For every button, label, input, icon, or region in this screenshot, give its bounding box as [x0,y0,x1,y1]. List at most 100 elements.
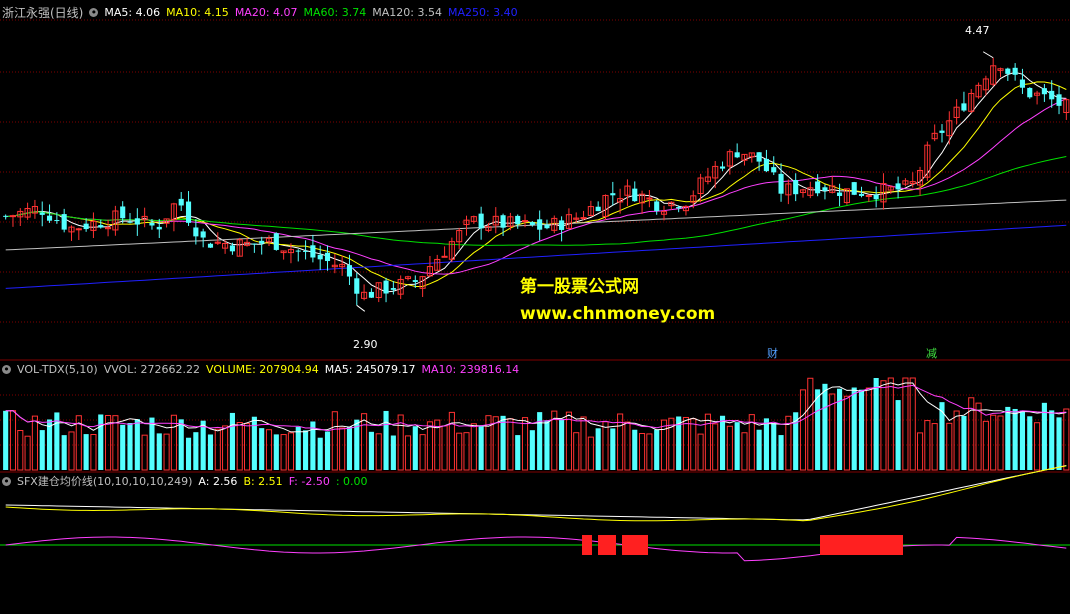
volume-bar [222,425,229,471]
ma20-line [5,97,1067,275]
candle-body [295,250,301,252]
candle-body [559,220,565,230]
volume-bar [120,424,126,470]
vol-indicator-name[interactable]: VOL-TDX(5,10) [17,363,98,376]
volume-bar [595,428,601,470]
candle-body [756,152,762,162]
volume-bar [303,430,309,470]
volume-bar [624,421,631,471]
a-legend: A: 2.56 [198,474,238,488]
candle-body [83,223,89,230]
volume-bar [287,432,295,471]
volume-bars[interactable] [3,377,1070,471]
ma60-legend: MA60: 3.74 [303,5,367,19]
ma5-line [5,71,1067,293]
volume-bar [68,431,75,471]
price-panel-header: 浙江永强(日线) • MA5: 4.06 MA10: 4.15 MA20: 4.… [2,4,518,20]
candle-body [368,291,374,298]
volume-bar [390,435,396,470]
candle-body [500,215,506,228]
volume-bar [521,417,529,471]
volume-bar [939,402,945,470]
candle-body [156,226,162,230]
settings-icon[interactable]: • [2,476,11,487]
candle-body [771,167,777,173]
volume-bar [17,429,24,471]
candle-body [793,179,799,195]
volume-bar [426,421,433,471]
indicator-name[interactable]: SFX建仓均价线(10,10,10,10,249) [17,473,192,489]
volume-bar [763,418,769,470]
grid-lines [0,19,1070,473]
vol-ma10-line [5,384,1067,432]
volume-bar [639,432,646,471]
candle-body [75,228,82,231]
volume-bar [515,435,521,470]
volume-bar [39,430,45,470]
finance-tag[interactable]: 财 [767,345,778,361]
volume-bar [741,432,748,471]
f-legend: F: -2.50 [288,474,330,488]
volume-bar [507,418,514,471]
low-price-label: 2.90 [353,338,378,351]
volume-bar [90,434,97,471]
volume-bar [236,422,243,471]
volume-bar [1012,408,1018,470]
volume-bar [573,432,580,471]
volume-bar [946,422,953,471]
candle-body [851,182,857,195]
candle-body [120,206,126,219]
volume-bar [1019,410,1026,470]
candle-body [317,254,323,260]
volume-bar [207,434,214,470]
volume-bar [273,434,279,470]
candle-body [1056,94,1062,106]
settings-icon[interactable]: • [2,364,11,375]
volume-bar [456,432,463,471]
volume-bar [909,377,916,471]
stock-name[interactable]: 浙江永强(日线) [2,4,83,21]
candle-body [939,130,945,133]
volume-bar [368,431,374,470]
vol-ma5-line [5,382,1067,433]
volume-bar [712,423,719,471]
volume-bar [214,428,221,471]
volume-bar [587,436,594,471]
indicator-f-line [5,536,1067,562]
volume-bar [229,412,235,470]
vvol-legend: VVOL: 272662.22 [103,362,201,376]
volume-bar [660,419,668,471]
candle-body [1027,87,1033,98]
candle-body [646,197,653,200]
ma60-line [5,156,1067,246]
volume-legend: VOLUME: 207904.94 [206,362,319,376]
volume-bar [654,429,660,470]
volume-bar [31,415,38,471]
candle-body [837,192,843,196]
volume-bar [419,434,426,471]
candle-body [54,220,60,222]
candle-body [1019,79,1026,88]
candle-body [580,217,587,220]
volume-bar [500,415,506,470]
candle-body [39,212,45,215]
volume-bar [778,435,784,470]
volume-bar [771,423,777,470]
volume-bar [602,421,609,471]
reduce-holding-tag[interactable]: 减 [926,345,937,361]
candle-body [478,213,484,229]
volume-bar [134,419,140,470]
volume-bar [156,433,162,470]
volume-bar [280,434,287,471]
candle-body [383,280,389,294]
settings-icon[interactable]: • [89,7,99,18]
volume-bar [544,420,550,470]
volume-ma-lines [5,382,1067,433]
volume-bar [997,415,1004,471]
volume-bar [463,432,470,471]
watermark-url: www.chnmoney.com [520,304,716,324]
candlestick-series[interactable] [3,57,1070,306]
candle-body [273,233,279,250]
signal-block [582,535,592,555]
volume-bar [565,411,572,471]
